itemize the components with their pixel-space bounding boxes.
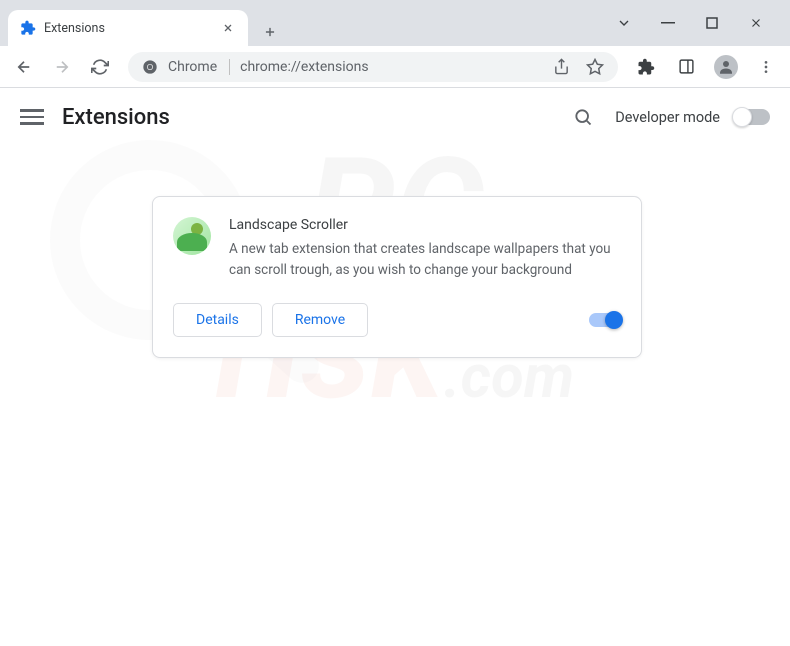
extension-app-icon xyxy=(173,217,211,255)
search-icon[interactable] xyxy=(571,105,595,129)
side-panel-icon[interactable] xyxy=(670,51,702,83)
address-bar[interactable]: Chrome chrome://extensions xyxy=(128,52,618,82)
back-button[interactable] xyxy=(8,51,40,83)
extensions-header: Extensions Developer mode xyxy=(0,88,790,146)
url-text: chrome://extensions xyxy=(240,59,368,75)
extension-enabled-toggle[interactable] xyxy=(589,313,621,327)
remove-button[interactable]: Remove xyxy=(272,303,368,337)
extensions-content: Landscape Scroller A new tab extension t… xyxy=(0,146,790,358)
url-prefix: Chrome xyxy=(168,59,230,75)
extension-card: Landscape Scroller A new tab extension t… xyxy=(152,196,642,358)
maximize-button[interactable] xyxy=(702,13,722,33)
window-controls xyxy=(614,0,782,46)
window-titlebar: Extensions xyxy=(0,0,790,46)
share-icon[interactable] xyxy=(553,58,570,75)
card-footer: Details Remove xyxy=(173,303,621,337)
avatar-icon xyxy=(714,55,738,79)
extensions-puzzle-icon[interactable] xyxy=(630,51,662,83)
browser-tab[interactable]: Extensions xyxy=(8,10,248,46)
details-button[interactable]: Details xyxy=(173,303,262,337)
chrome-icon xyxy=(142,59,158,75)
header-right: Developer mode xyxy=(571,105,770,129)
browser-toolbar: Chrome chrome://extensions xyxy=(0,46,790,88)
new-tab-button[interactable] xyxy=(256,18,284,46)
developer-mode-label: Developer mode xyxy=(615,109,720,126)
close-tab-icon[interactable] xyxy=(220,20,236,36)
developer-mode-toggle[interactable] xyxy=(734,109,770,125)
omnibox-actions xyxy=(553,58,604,76)
page-title: Extensions xyxy=(62,105,170,130)
forward-button[interactable] xyxy=(46,51,78,83)
profile-avatar[interactable] xyxy=(710,51,742,83)
extension-puzzle-icon xyxy=(20,20,36,36)
chevron-down-icon[interactable] xyxy=(614,13,634,33)
toolbar-right xyxy=(630,51,782,83)
close-window-button[interactable] xyxy=(746,13,766,33)
card-body: Landscape Scroller A new tab extension t… xyxy=(173,217,621,281)
extension-description: A new tab extension that creates landsca… xyxy=(229,239,621,281)
menu-dots-icon[interactable] xyxy=(750,51,782,83)
bookmark-star-icon[interactable] xyxy=(586,58,604,76)
card-text: Landscape Scroller A new tab extension t… xyxy=(229,217,621,281)
minimize-button[interactable] xyxy=(658,13,678,33)
hamburger-menu-icon[interactable] xyxy=(20,105,44,129)
reload-button[interactable] xyxy=(84,51,116,83)
extension-name: Landscape Scroller xyxy=(229,217,621,233)
tab-title: Extensions xyxy=(44,21,212,36)
developer-mode-control: Developer mode xyxy=(615,109,770,126)
